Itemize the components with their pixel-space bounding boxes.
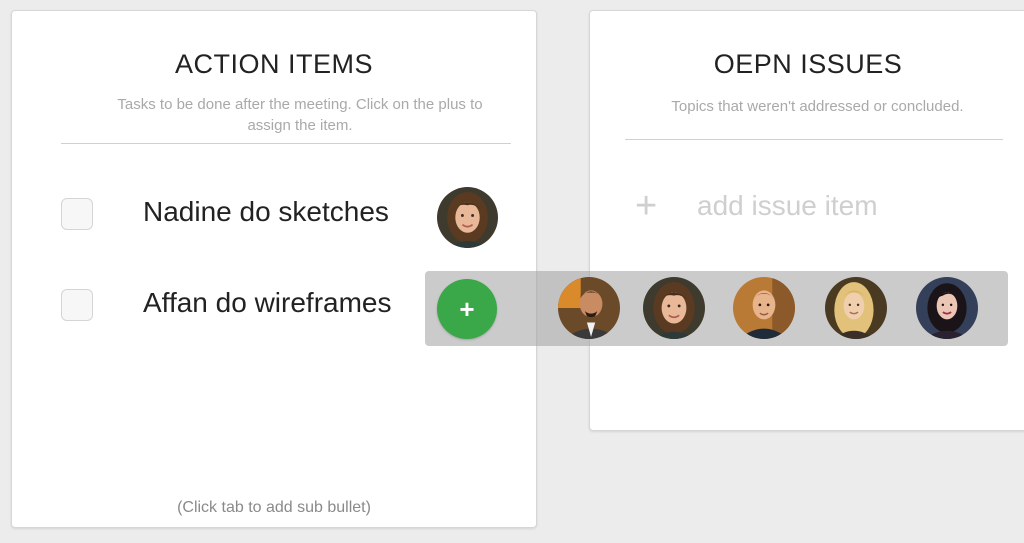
footer-hint: (Click tab to add sub bullet) xyxy=(177,499,371,516)
open-issues-subtitle: Topics that weren't addressed or conclud… xyxy=(671,98,964,115)
task-row: Nadine do sketches xyxy=(12,186,538,248)
assign-add-button[interactable]: + xyxy=(437,279,497,339)
assign-people-bar: + xyxy=(425,271,1008,346)
person-avatar[interactable] xyxy=(916,277,978,339)
task-label[interactable]: Nadine do sketches xyxy=(143,196,389,228)
action-items-divider xyxy=(61,143,511,144)
open-issues-card: OEPN ISSUES Topics that weren't addresse… xyxy=(589,10,1024,431)
action-items-subtitle: Tasks to be done after the meeting. Clic… xyxy=(117,96,483,134)
plus-icon[interactable]: + xyxy=(635,186,657,226)
action-items-card: ACTION ITEMS Tasks to be done after the … xyxy=(11,10,537,528)
avatar-woman-brunette-icon xyxy=(643,277,705,339)
avatar-woman-brunette-icon xyxy=(437,187,498,248)
avatar-man-short-hair-icon xyxy=(733,277,795,339)
task-checkbox[interactable] xyxy=(61,289,93,321)
person-avatar[interactable] xyxy=(558,277,620,339)
person-avatar[interactable] xyxy=(825,277,887,339)
assignee-avatar[interactable] xyxy=(437,187,498,248)
avatar-man-suit-icon xyxy=(558,277,620,339)
avatar-woman-dark-hair-icon xyxy=(916,277,978,339)
open-issues-title: OEPN ISSUES xyxy=(713,49,903,79)
person-avatar[interactable] xyxy=(643,277,705,339)
add-issue-input[interactable]: add issue item xyxy=(697,190,878,222)
task-label[interactable]: Affan do wireframes xyxy=(143,287,392,319)
open-issues-divider xyxy=(625,139,1003,140)
task-checkbox[interactable] xyxy=(61,198,93,230)
action-items-title: ACTION ITEMS xyxy=(174,49,373,79)
person-avatar[interactable] xyxy=(733,277,795,339)
avatar-woman-blonde-icon xyxy=(825,277,887,339)
